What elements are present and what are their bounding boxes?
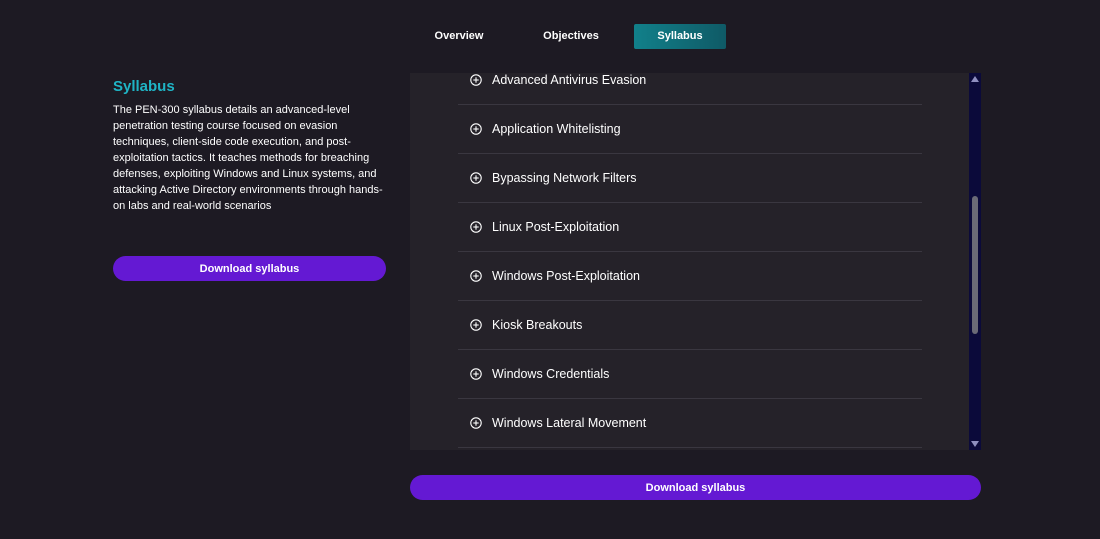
plus-circle-icon xyxy=(470,221,482,233)
syllabus-item-label: Bypassing Network Filters xyxy=(492,171,637,185)
syllabus-page: Overview Objectives Syllabus Syllabus Th… xyxy=(0,0,1100,539)
syllabus-item-label: Windows Credentials xyxy=(492,367,610,381)
syllabus-item[interactable]: Windows Post-Exploitation xyxy=(458,252,922,301)
tab-bar: Overview Objectives Syllabus xyxy=(0,24,1100,49)
download-syllabus-button[interactable]: Download syllabus xyxy=(113,256,386,281)
syllabus-list: Advanced Antivirus Evasion Application Wh… xyxy=(458,73,922,448)
tab-objectives[interactable]: Objectives xyxy=(528,24,614,49)
plus-circle-icon xyxy=(470,74,482,86)
plus-circle-icon xyxy=(470,123,482,135)
syllabus-intro: Syllabus The PEN-300 syllabus details an… xyxy=(113,78,388,214)
plus-circle-icon xyxy=(470,319,482,331)
syllabus-item[interactable]: Kiosk Breakouts xyxy=(458,301,922,350)
syllabus-item[interactable]: Windows Lateral Movement xyxy=(458,399,922,448)
syllabus-accordion: Advanced Antivirus Evasion Application Wh… xyxy=(410,73,981,450)
plus-circle-icon xyxy=(470,417,482,429)
tab-syllabus[interactable]: Syllabus xyxy=(634,24,726,49)
syllabus-item-label: Windows Post-Exploitation xyxy=(492,269,640,283)
syllabus-item[interactable]: Advanced Antivirus Evasion xyxy=(458,73,922,105)
download-syllabus-bottom-button[interactable]: Download syllabus xyxy=(410,475,981,500)
section-description: The PEN-300 syllabus details an advanced… xyxy=(113,104,383,212)
syllabus-item[interactable]: Application Whitelisting xyxy=(458,105,922,154)
scroll-up-arrow-icon[interactable] xyxy=(971,76,979,82)
tab-overview[interactable]: Overview xyxy=(418,24,500,49)
scrollbar[interactable] xyxy=(969,73,981,450)
scroll-down-arrow-icon[interactable] xyxy=(971,441,979,447)
syllabus-item[interactable]: Bypassing Network Filters xyxy=(458,154,922,203)
plus-circle-icon xyxy=(470,172,482,184)
scroll-thumb[interactable] xyxy=(972,196,978,334)
plus-circle-icon xyxy=(470,270,482,282)
syllabus-item-label: Application Whitelisting xyxy=(492,122,621,136)
syllabus-item-label: Windows Lateral Movement xyxy=(492,416,647,430)
section-title: Syllabus xyxy=(113,78,175,95)
plus-circle-icon xyxy=(470,368,482,380)
syllabus-item-label: Advanced Antivirus Evasion xyxy=(492,73,647,87)
syllabus-item-label: Linux Post-Exploitation xyxy=(492,220,620,234)
syllabus-item[interactable]: Windows Credentials xyxy=(458,350,922,399)
syllabus-item[interactable]: Linux Post-Exploitation xyxy=(458,203,922,252)
syllabus-item-label: Kiosk Breakouts xyxy=(492,318,583,332)
